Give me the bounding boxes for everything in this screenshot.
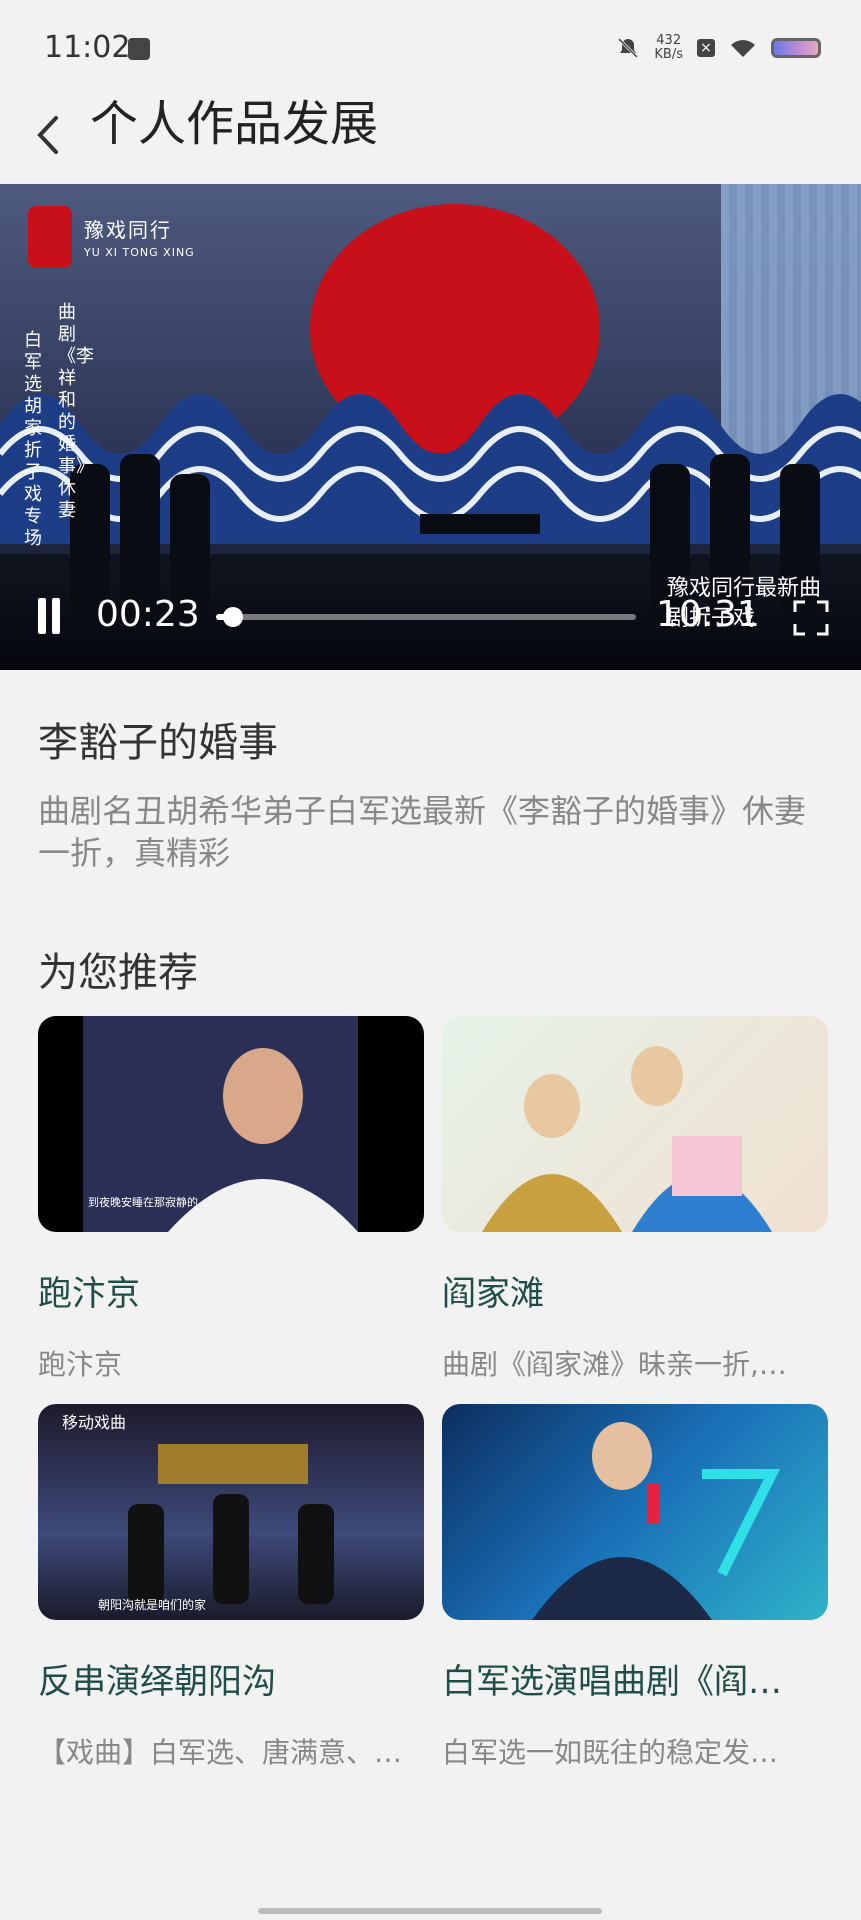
video-thumbnail[interactable] <box>442 1404 828 1620</box>
video-description: 曲剧名丑胡希华弟子白军选最新《李豁子的婚事》休妻一折，真精彩 <box>38 792 807 872</box>
recommend-card[interactable]: 阎家滩 曲剧《阎家滩》昧亲一折,… <box>442 1016 828 1383</box>
page-title: 个人作品发展 <box>90 96 379 152</box>
card-title[interactable]: 白军选演唱曲剧《阎… <box>442 1654 828 1703</box>
thumbnail-performer <box>532 1422 781 1620</box>
thumbnail-caption: 朝阳沟就是咱们的家 <box>98 1597 206 1612</box>
battery-icon <box>771 38 821 58</box>
card-subtitle: 曲剧《阎家滩》昧亲一折,… <box>442 1348 787 1381</box>
back-arrow-icon[interactable] <box>28 110 68 160</box>
network-speed: 432 KB/s <box>654 34 683 62</box>
video-player[interactable]: 豫戏同行 YU XI TONG XING 曲剧《李祥和的婚事》休妻 白军选胡家折… <box>0 184 861 670</box>
video-thumbnail[interactable]: 到夜晚安睡在那寂静的… <box>38 1016 424 1232</box>
video-title: 李豁子的婚事 <box>38 720 278 766</box>
card-title[interactable]: 跑汴京 <box>38 1266 424 1315</box>
channel-logo-seal <box>28 206 72 268</box>
bell-off-icon <box>618 37 639 59</box>
message-notification-icon <box>128 38 150 60</box>
thumbnail-brand: 移动戏曲 <box>62 1413 126 1432</box>
thumbnail-performer: 到夜晚安睡在那寂静的… <box>88 1048 358 1232</box>
channel-logo-text: 豫戏同行 <box>84 218 172 242</box>
side-caption-title: 曲剧《李祥和的婚事》休妻 <box>58 302 94 521</box>
status-icons: 432 KB/s × <box>616 34 821 62</box>
card-subtitle: 白军选一如既往的稳定发… <box>442 1736 779 1769</box>
recommend-card[interactable]: 移动戏曲 朝阳沟就是咱们的家 反串演绎朝阳沟 【戏曲】白军选、唐满意、… <box>38 1404 424 1771</box>
total-time: 10:31 <box>656 594 760 635</box>
network-speed-unit: KB/s <box>654 47 683 62</box>
card-title[interactable]: 阎家滩 <box>442 1266 828 1315</box>
video-thumbnail[interactable] <box>442 1016 828 1232</box>
progress-bar[interactable] <box>216 607 636 627</box>
home-indicator[interactable] <box>258 1908 602 1914</box>
thumbnail-caption: 到夜晚安睡在那寂静的… <box>88 1195 209 1209</box>
pause-icon[interactable] <box>34 598 64 634</box>
thumbnail-performers <box>482 1046 772 1232</box>
channel-logo-subtext: YU XI TONG XING <box>84 246 195 259</box>
status-time: 11:02 <box>44 30 131 65</box>
fullscreen-icon[interactable] <box>791 598 831 638</box>
side-caption-subtitle: 白军选胡家折子戏专场 <box>24 330 42 549</box>
wifi-icon <box>731 40 755 57</box>
card-subtitle: 跑汴京 <box>38 1348 123 1381</box>
current-time: 00:23 <box>96 594 200 635</box>
card-title[interactable]: 反串演绎朝阳沟 <box>38 1654 424 1703</box>
sim-off-icon: × <box>697 39 715 57</box>
recommend-card[interactable]: 白军选演唱曲剧《阎… 白军选一如既往的稳定发… <box>442 1404 828 1771</box>
recommend-section-title: 为您推荐 <box>38 950 198 996</box>
video-thumbnail[interactable]: 移动戏曲 朝阳沟就是咱们的家 <box>38 1404 424 1620</box>
recommend-card[interactable]: 到夜晚安睡在那寂静的… 跑汴京 跑汴京 <box>38 1016 424 1383</box>
network-speed-value: 432 <box>656 33 682 48</box>
progress-thumb[interactable] <box>222 607 243 627</box>
thumbnail-stage: 移动戏曲 朝阳沟就是咱们的家 <box>62 1413 334 1612</box>
card-subtitle: 【戏曲】白军选、唐满意、… <box>38 1736 403 1769</box>
